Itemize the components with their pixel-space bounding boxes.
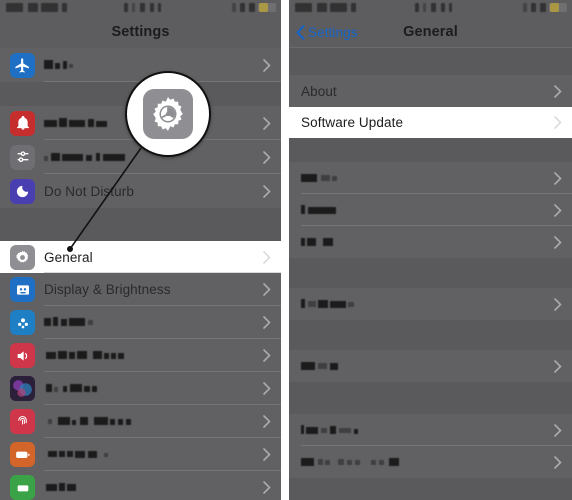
list-group-gap [289,138,572,162]
redacted-label [44,349,154,362]
chevron-right-icon [263,448,271,461]
sidebar-item-wallpaper[interactable] [0,306,281,339]
wallpaper-icon [10,310,35,335]
status-bar-right [289,0,572,16]
list-item-about[interactable]: About [289,75,572,107]
list-item-label: Software Update [301,115,404,130]
status-bar-left [0,0,281,16]
chevron-right-icon [263,250,271,264]
list-item[interactable] [289,162,572,194]
list-group-gap [289,382,572,414]
chevron-right-icon [263,116,271,130]
display-brightness-icon [10,277,35,302]
do-not-disturb-icon [10,178,35,204]
sidebar-item-battery[interactable] [0,438,281,471]
sidebar-item-label: General [44,249,93,265]
list-group-gap [289,320,572,350]
redacted-label [44,117,134,130]
panel-gutter [281,0,289,500]
page-title: General [403,23,458,40]
list-item[interactable] [289,226,572,258]
right-phone-screenshot: Settings General About Software Update [289,0,572,500]
chevron-right-icon [554,455,562,469]
airplane-mode-icon [10,52,35,78]
list-group-gap [289,258,572,288]
chevron-right-icon [263,316,271,329]
sidebar-item-label: Display & Brightness [44,282,171,297]
nav-bar-left: Settings [0,16,281,48]
general-gear-icon [10,244,35,270]
chevron-right-icon [263,283,271,296]
left-phone-screenshot: Settings Do Not Disturb General Display … [0,0,281,500]
chevron-right-icon [263,150,271,164]
redacted-label [301,298,411,311]
sidebar-item-sounds[interactable] [0,339,281,372]
chevron-right-icon [554,171,562,185]
list-group-gap [289,478,572,498]
sidebar-item-display-brightness[interactable]: Display & Brightness [0,273,281,306]
sounds-icon [10,343,35,368]
chevron-right-icon [554,203,562,217]
list-item[interactable] [289,414,572,446]
list-item[interactable] [289,194,572,226]
sidebar-item-touch-id-passcode[interactable] [0,405,281,438]
siri-icon [10,376,35,401]
chevron-right-icon [554,297,562,311]
redacted-label [301,456,451,469]
sidebar-item-label: Do Not Disturb [44,183,134,199]
redacted-label [301,236,361,249]
page-title: Settings [111,24,170,40]
redacted-label [301,204,361,217]
chevron-right-icon [263,58,271,72]
privacy-icon [10,475,35,500]
redacted-label [44,59,94,72]
list-item[interactable] [289,446,572,478]
redacted-label [44,481,104,494]
list-group-gap [289,48,572,75]
control-center-icon [10,144,35,170]
sidebar-item-privacy[interactable] [0,471,281,500]
chevron-right-icon [554,423,562,437]
chevron-right-icon [554,116,562,129]
redacted-label [301,172,371,185]
redacted-label [301,424,421,437]
chevron-right-icon [554,235,562,249]
chevron-right-icon [263,349,271,362]
notifications-icon [10,110,35,136]
chevron-right-icon [263,415,271,428]
sidebar-item-general[interactable]: General [0,241,281,273]
redacted-label [44,448,154,461]
screenshot-stage: Settings Do Not Disturb General Display … [0,0,572,500]
sidebar-item-do-not-disturb[interactable]: Do Not Disturb [0,174,281,208]
chevron-right-icon [554,84,562,98]
nav-bar-right: Settings General [289,16,572,48]
magnified-gear-callout [125,71,211,157]
chevron-right-icon [263,184,271,198]
redacted-label [44,415,169,428]
settings-gear-icon [143,89,193,139]
sidebar-item-siri[interactable] [0,372,281,405]
back-button-label: Settings [308,24,358,40]
sidebar-item-airplane-mode[interactable] [0,48,281,82]
list-item-label: About [301,83,337,99]
chevron-right-icon [554,359,562,373]
list-item[interactable] [289,288,572,320]
redacted-label [44,316,114,329]
redacted-label [301,360,391,373]
chevron-left-icon [296,24,305,40]
battery-icon [10,442,35,467]
chevron-right-icon [263,382,271,395]
list-group-gap [0,208,281,241]
chevron-right-icon [263,481,271,494]
back-button[interactable]: Settings [296,16,358,48]
list-item[interactable] [289,350,572,382]
redacted-label [44,382,124,395]
list-item-software-update[interactable]: Software Update [289,107,572,138]
touch-id-passcode-icon [10,409,35,434]
